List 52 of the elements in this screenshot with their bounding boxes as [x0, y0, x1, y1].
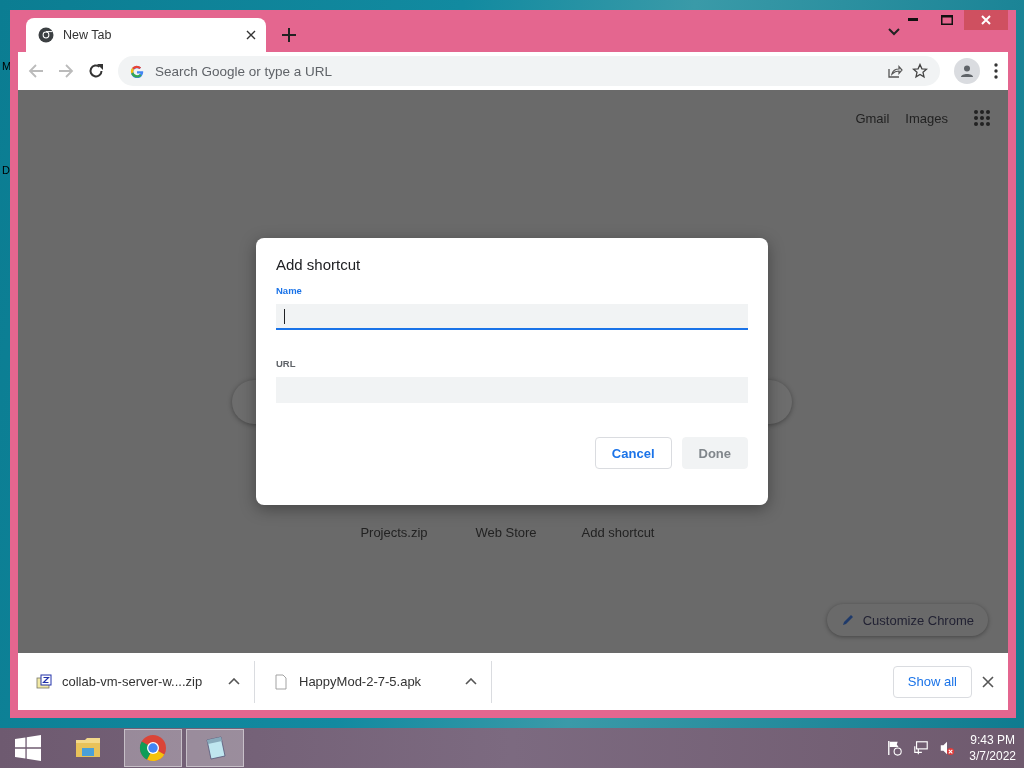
clock-date[interactable]: 3/7/2022 — [969, 748, 1016, 764]
profile-button[interactable] — [954, 58, 980, 84]
apps-grid-icon[interactable] — [974, 110, 990, 126]
customize-button[interactable]: Customize Chrome — [826, 604, 988, 636]
shortcut-label[interactable]: Projects.zip — [338, 525, 450, 540]
desktop-icon-label[interactable]: D — [2, 164, 10, 176]
close-icon — [981, 15, 991, 25]
header-link[interactable]: Gmail — [855, 110, 890, 126]
chrome-logo-icon — [139, 734, 167, 762]
taskbar-app-button[interactable] — [186, 729, 244, 767]
file-name: collab-vm-server-w....zip — [62, 674, 204, 689]
speaker-muted-icon[interactable] — [939, 740, 956, 756]
file-icon — [273, 673, 289, 690]
new-tab-plus-icon[interactable] — [282, 28, 296, 42]
network-icon[interactable] — [913, 740, 930, 756]
dialog-button[interactable]: Cancel — [594, 437, 672, 469]
more-menu-icon[interactable] — [994, 63, 998, 79]
desktop-icon-label[interactable]: M — [2, 60, 12, 72]
dialog-title: Add shortcut — [276, 256, 362, 273]
flag-icon[interactable] — [887, 740, 904, 756]
star-icon[interactable] — [912, 63, 928, 79]
caret-up-icon[interactable] — [228, 678, 240, 685]
clock-time[interactable]: 9:43 PM — [970, 732, 1015, 748]
chrome-logo-icon — [38, 27, 54, 43]
tab-title: New Tab — [63, 28, 113, 42]
chevron-down-icon[interactable] — [888, 28, 900, 36]
download-item[interactable]: HappyMod-2-7-5.apk — [255, 660, 492, 703]
caret-up-icon[interactable] — [465, 678, 477, 685]
field-label: URL — [276, 358, 297, 369]
person-icon — [960, 64, 974, 78]
taskbar-app-button[interactable] — [124, 729, 182, 767]
zip-file-icon — [36, 673, 52, 690]
close-button[interactable] — [964, 10, 1008, 30]
reload-icon[interactable] — [88, 63, 104, 79]
close-icon[interactable] — [246, 30, 256, 40]
input-field[interactable] — [276, 304, 748, 330]
shortcut-label[interactable]: Web Store — [450, 525, 562, 540]
shortcut-label[interactable]: Add shortcut — [562, 525, 674, 540]
windows-start-icon[interactable] — [15, 735, 41, 761]
header-link[interactable]: Images — [905, 110, 948, 126]
file-name: HappyMod-2-7-5.apk — [299, 674, 423, 689]
field-label: Name — [276, 285, 303, 296]
close-icon[interactable] — [982, 675, 994, 688]
pencil-icon — [840, 613, 855, 627]
browser-tab[interactable]: New Tab — [26, 18, 266, 52]
download-item[interactable]: collab-vm-server-w....zip — [18, 660, 255, 703]
show-all-button[interactable]: Show all — [892, 665, 972, 698]
address-bar[interactable]: Search Google or type a URL — [118, 56, 940, 86]
share-icon[interactable] — [887, 63, 903, 79]
google-g-icon — [130, 64, 144, 78]
maximize-icon[interactable] — [941, 15, 953, 25]
minimize-icon[interactable] — [908, 18, 918, 22]
